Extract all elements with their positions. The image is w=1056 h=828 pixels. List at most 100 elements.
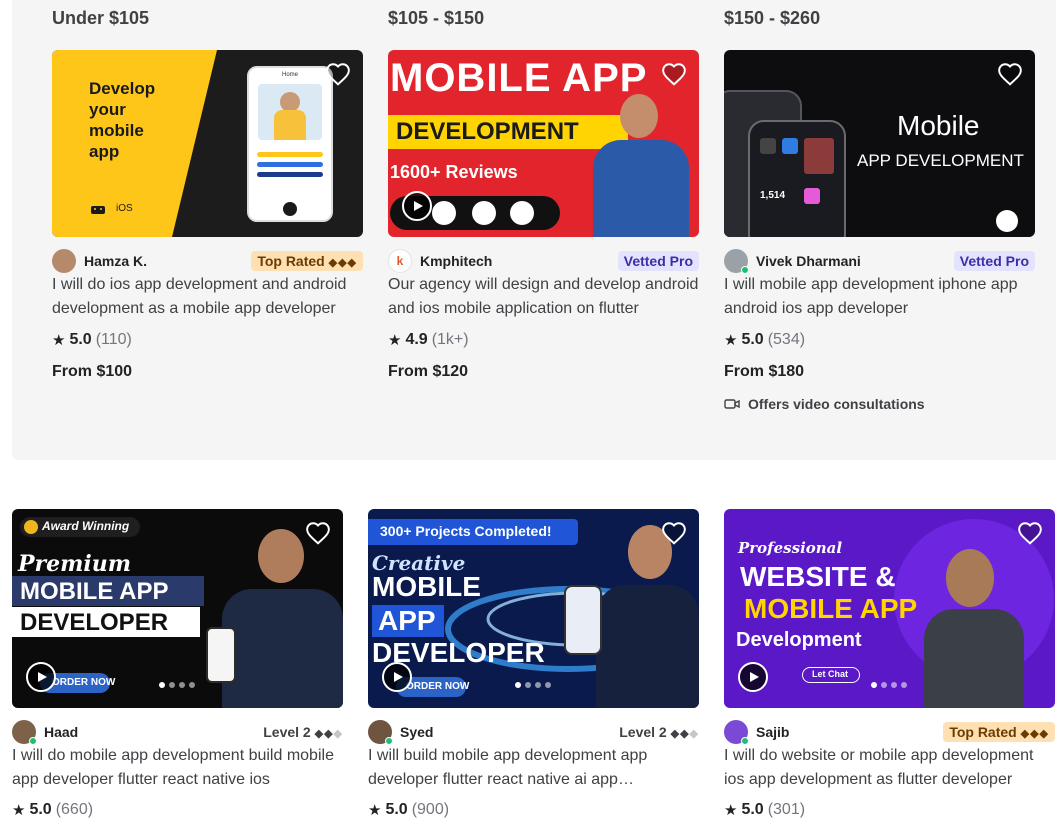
thumb-text: APP bbox=[378, 605, 436, 636]
seller-name[interactable]: Haad bbox=[44, 724, 78, 740]
carousel-dots[interactable] bbox=[515, 682, 551, 688]
platform-row: iOS bbox=[90, 202, 133, 214]
android-icon bbox=[91, 206, 105, 214]
thumb-text: WEBSITE & bbox=[740, 561, 896, 592]
seller-row: Vivek Dharmani Vetted Pro bbox=[724, 249, 1035, 274]
seller-row: Sajib Top Rated ◆◆◆ bbox=[724, 720, 1055, 745]
gig-thumbnail[interactable]: Award Winning Premium MOBILE APP DEVELOP… bbox=[12, 509, 343, 708]
seller-level-badge: Level 2 ◆◆◆ bbox=[619, 724, 699, 740]
thumb-text: Mobile bbox=[897, 110, 980, 141]
gig-rating: ★ 5.0 (534) bbox=[724, 331, 805, 349]
seller-avatar[interactable] bbox=[724, 249, 749, 274]
seller-name[interactable]: Vivek Dharmani bbox=[756, 253, 861, 269]
thumb-text: 1600+ Reviews bbox=[390, 162, 518, 182]
ios-label: iOS bbox=[116, 202, 133, 214]
star-icon: ★ bbox=[724, 332, 738, 349]
seller-level-badge: Level 2 ◆◆◆ bbox=[263, 724, 343, 740]
star-icon: ★ bbox=[368, 802, 382, 819]
seller-name[interactable]: Sajib bbox=[756, 724, 789, 740]
play-icon[interactable] bbox=[382, 662, 412, 692]
review-count: (301) bbox=[767, 801, 806, 818]
gig-thumbnail[interactable]: MOBILE APP DEVELOPMENT 1600+ Reviews bbox=[388, 50, 699, 237]
gig-title[interactable]: Our agency will design and develop andro… bbox=[388, 273, 699, 321]
tier-title-under-105: Under $105 bbox=[52, 8, 150, 28]
review-count: (900) bbox=[411, 801, 450, 818]
favorite-heart-icon[interactable] bbox=[305, 521, 331, 545]
thumb-text: MOBILE APP bbox=[390, 56, 648, 100]
gig-card[interactable]: 1,514 Mobile APP DEVELOPMENT Vivek Dharm… bbox=[724, 50, 1035, 420]
seller-avatar[interactable]: k bbox=[388, 249, 412, 273]
thumb-text: Professional bbox=[738, 539, 843, 557]
thumb-text: APP DEVELOPMENT bbox=[857, 151, 1024, 170]
gig-card[interactable]: 300+ Projects Completed! Creative MOBILE… bbox=[368, 509, 699, 828]
thumb-text: Premium bbox=[18, 551, 132, 577]
thumb-text: your bbox=[89, 100, 126, 119]
seller-level-badge: Top Rated ◆◆◆ bbox=[251, 251, 363, 271]
gig-price[interactable]: From $120 bbox=[388, 363, 468, 381]
favorite-heart-icon[interactable] bbox=[997, 62, 1023, 86]
gig-title[interactable]: I will do website or mobile app developm… bbox=[724, 744, 1055, 792]
gig-price[interactable]: From $180 bbox=[724, 363, 804, 381]
thumb-text: MOBILE bbox=[372, 571, 481, 602]
thumb-text: ORDER NOW bbox=[52, 677, 116, 688]
tier-title-150-260: $150 - $260 bbox=[724, 8, 821, 28]
play-icon[interactable] bbox=[402, 191, 432, 221]
seller-name[interactable]: Hamza K. bbox=[84, 253, 147, 269]
seller-row: Syed Level 2 ◆◆◆ bbox=[368, 720, 699, 745]
gig-listing-page: Under $105 $105 - $150 $150 - $260 Devel… bbox=[0, 0, 1056, 828]
favorite-heart-icon[interactable] bbox=[325, 62, 351, 86]
carousel-dots[interactable] bbox=[159, 682, 195, 688]
star-icon: ★ bbox=[724, 802, 738, 819]
thumb-text: Home bbox=[281, 72, 298, 78]
thumb-text: DEVELOPMENT bbox=[396, 118, 579, 145]
phone-mockup: 1,514 bbox=[748, 120, 846, 237]
thumb-text: MOBILE APP bbox=[744, 593, 918, 624]
play-icon[interactable] bbox=[738, 662, 768, 692]
gig-title[interactable]: I will do mobile app development build m… bbox=[12, 744, 343, 792]
tier-title-105-150: $105 - $150 bbox=[388, 8, 485, 28]
gig-thumbnail[interactable]: 1,514 Mobile APP DEVELOPMENT bbox=[724, 50, 1035, 237]
gig-thumbnail[interactable]: Professional WEBSITE & MOBILE APP Develo… bbox=[724, 509, 1055, 708]
gig-card[interactable]: Award Winning Premium MOBILE APP DEVELOP… bbox=[12, 509, 343, 828]
video-camera-icon bbox=[724, 399, 740, 409]
rating-score: 5.0 bbox=[29, 801, 52, 818]
gig-thumbnail[interactable]: Develop your mobile app iOS Home bbox=[52, 50, 363, 237]
carousel-dots[interactable] bbox=[871, 682, 907, 688]
thumb-text: Develop bbox=[89, 79, 156, 98]
gig-card[interactable]: Professional WEBSITE & MOBILE APP Develo… bbox=[724, 509, 1055, 828]
thumb-text: ORDER NOW bbox=[406, 681, 470, 692]
favorite-heart-icon[interactable] bbox=[661, 62, 687, 86]
review-count: (534) bbox=[767, 331, 806, 348]
seller-level-badge: Top Rated ◆◆◆ bbox=[943, 722, 1055, 742]
seller-name[interactable]: Syed bbox=[400, 724, 433, 740]
play-icon[interactable] bbox=[26, 662, 56, 692]
star-icon: ★ bbox=[388, 332, 402, 349]
seller-name[interactable]: Kmphitech bbox=[420, 253, 492, 269]
rating-score: 5.0 bbox=[741, 801, 764, 818]
gig-thumbnail[interactable]: 300+ Projects Completed! Creative MOBILE… bbox=[368, 509, 699, 708]
gig-card[interactable]: MOBILE APP DEVELOPMENT 1600+ Reviews k K… bbox=[388, 50, 699, 390]
thumb-text: DEVELOPER bbox=[20, 609, 169, 636]
thumb-text: Development bbox=[736, 629, 862, 651]
gig-card[interactable]: Develop your mobile app iOS Home Hamza K… bbox=[52, 50, 363, 390]
seller-avatar[interactable] bbox=[52, 249, 76, 273]
gig-title[interactable]: I will mobile app development iphone app… bbox=[724, 273, 1035, 321]
seller-level-badge: Vetted Pro bbox=[617, 251, 699, 271]
gig-price[interactable]: From $100 bbox=[52, 363, 132, 381]
gig-rating: ★ 5.0 (110) bbox=[52, 331, 132, 349]
seller-avatar[interactable] bbox=[368, 720, 393, 745]
star-icon: ★ bbox=[52, 332, 66, 349]
seller-row: Haad Level 2 ◆◆◆ bbox=[12, 720, 343, 745]
review-count: (660) bbox=[55, 801, 94, 818]
thumb-text: Award Winning bbox=[42, 519, 130, 533]
thumb-text: 1,514 bbox=[760, 190, 786, 201]
favorite-heart-icon[interactable] bbox=[1017, 521, 1043, 545]
gig-rating: ★ 4.9 (1k+) bbox=[388, 331, 469, 349]
seller-avatar[interactable] bbox=[12, 720, 37, 745]
gig-title[interactable]: I will do ios app development and androi… bbox=[52, 273, 363, 321]
seller-row: k Kmphitech Vetted Pro bbox=[388, 249, 699, 273]
gig-title[interactable]: I will build mobile app development app … bbox=[368, 744, 699, 792]
seller-avatar[interactable] bbox=[724, 720, 749, 745]
favorite-heart-icon[interactable] bbox=[661, 521, 687, 545]
thumb-text: MOBILE APP bbox=[20, 578, 169, 605]
